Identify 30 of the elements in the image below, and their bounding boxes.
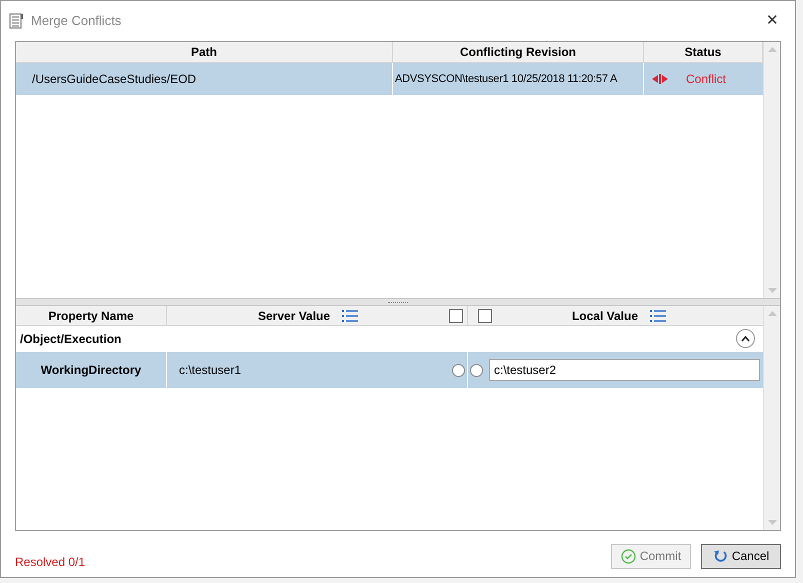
window-title: Merge Conflicts (31, 12, 122, 30)
resolved-count: Resolved 0/1 (15, 554, 86, 571)
close-button[interactable]: ✕ (766, 10, 779, 32)
chevron-up-icon (741, 336, 750, 342)
conflict-row[interactable]: /UsersGuideCaseStudies/EOD ADVSYSCON\testuser1 10/25/2018 11:20:57 A Conflict (16, 63, 763, 95)
conflict-arrows-icon (652, 74, 668, 84)
column-header[interactable]: Property Name (16, 306, 167, 325)
property-name: WorkingDirectory (16, 352, 167, 388)
collapse-button[interactable] (736, 329, 755, 348)
server-value: c:\testuser1 (179, 362, 242, 379)
undo-icon (712, 548, 728, 564)
status-text: Conflict (686, 71, 726, 88)
table-cell: ADVSYSCON\testuser1 10/25/2018 11:20:57 A (393, 63, 644, 95)
column-header[interactable]: Conflicting Revision (393, 42, 644, 62)
checkbox[interactable] (449, 308, 463, 322)
table-cell: /UsersGuideCaseStudies/EOD (16, 63, 393, 95)
cancel-button[interactable]: Cancel (701, 544, 781, 568)
property-row[interactable]: WorkingDirectory c:\testuser1 c:\testuser2 (16, 352, 763, 388)
column-header[interactable]: Local Value (572, 306, 638, 324)
radio-button[interactable] (470, 364, 483, 376)
document-list-icon (9, 13, 23, 29)
check-circle-icon (620, 548, 636, 564)
local-value-field[interactable]: c:\testuser2 (489, 359, 760, 381)
group-header: /Object/Execution (20, 330, 122, 348)
checkbox[interactable] (478, 308, 492, 322)
radio-button[interactable] (452, 364, 465, 376)
column-header[interactable]: Server Value (258, 306, 330, 324)
column-header[interactable]: Path (16, 42, 393, 62)
list-icon[interactable] (342, 310, 358, 322)
list-icon[interactable] (650, 310, 666, 322)
